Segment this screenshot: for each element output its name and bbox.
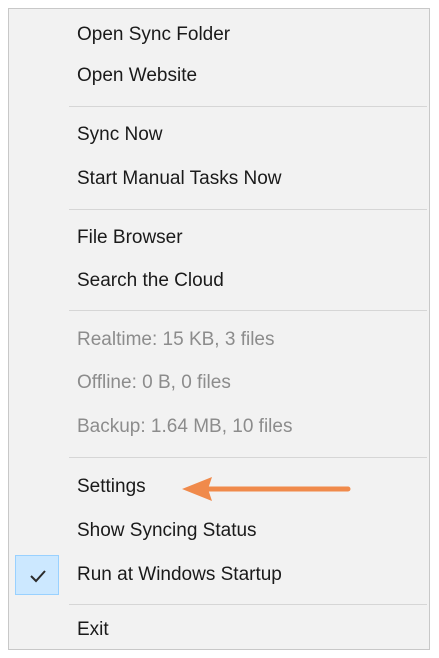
menu-item-run-at-windows-startup[interactable]: Run at Windows Startup (9, 555, 429, 595)
menu-item-open-sync-folder[interactable]: Open Sync Folder (9, 15, 429, 55)
menu-item-backup-stats: Backup: 1.64 MB, 10 files (77, 416, 293, 437)
menu-separator (69, 106, 427, 107)
menu-separator (69, 604, 427, 605)
menu-item-file-browser[interactable]: File Browser (9, 218, 429, 258)
menu-item-exit[interactable]: Exit (9, 610, 429, 650)
menu-separator (69, 209, 427, 210)
menu-separator (69, 457, 427, 458)
checkmark-indicator (15, 555, 59, 595)
menu-item-realtime-stats: Realtime: 15 KB, 3 files (77, 329, 275, 350)
menu-item-start-manual-tasks-now[interactable]: Start Manual Tasks Now (9, 159, 429, 199)
menu-item-sync-now[interactable]: Sync Now (9, 115, 429, 155)
menu-item-offline-stats: Offline: 0 B, 0 files (77, 372, 231, 393)
annotation-arrow-icon (182, 477, 351, 501)
menu-separator (69, 310, 427, 311)
menu-item-label: Run at Windows Startup (77, 564, 282, 585)
checkmark-icon (30, 570, 46, 583)
context-menu: Open Sync Folder Open Website Sync Now S… (8, 8, 430, 650)
menu-item-show-syncing-status[interactable]: Show Syncing Status (9, 511, 429, 551)
menu-item-open-website[interactable]: Open Website (9, 56, 429, 96)
menu-item-search-the-cloud[interactable]: Search the Cloud (9, 261, 429, 301)
